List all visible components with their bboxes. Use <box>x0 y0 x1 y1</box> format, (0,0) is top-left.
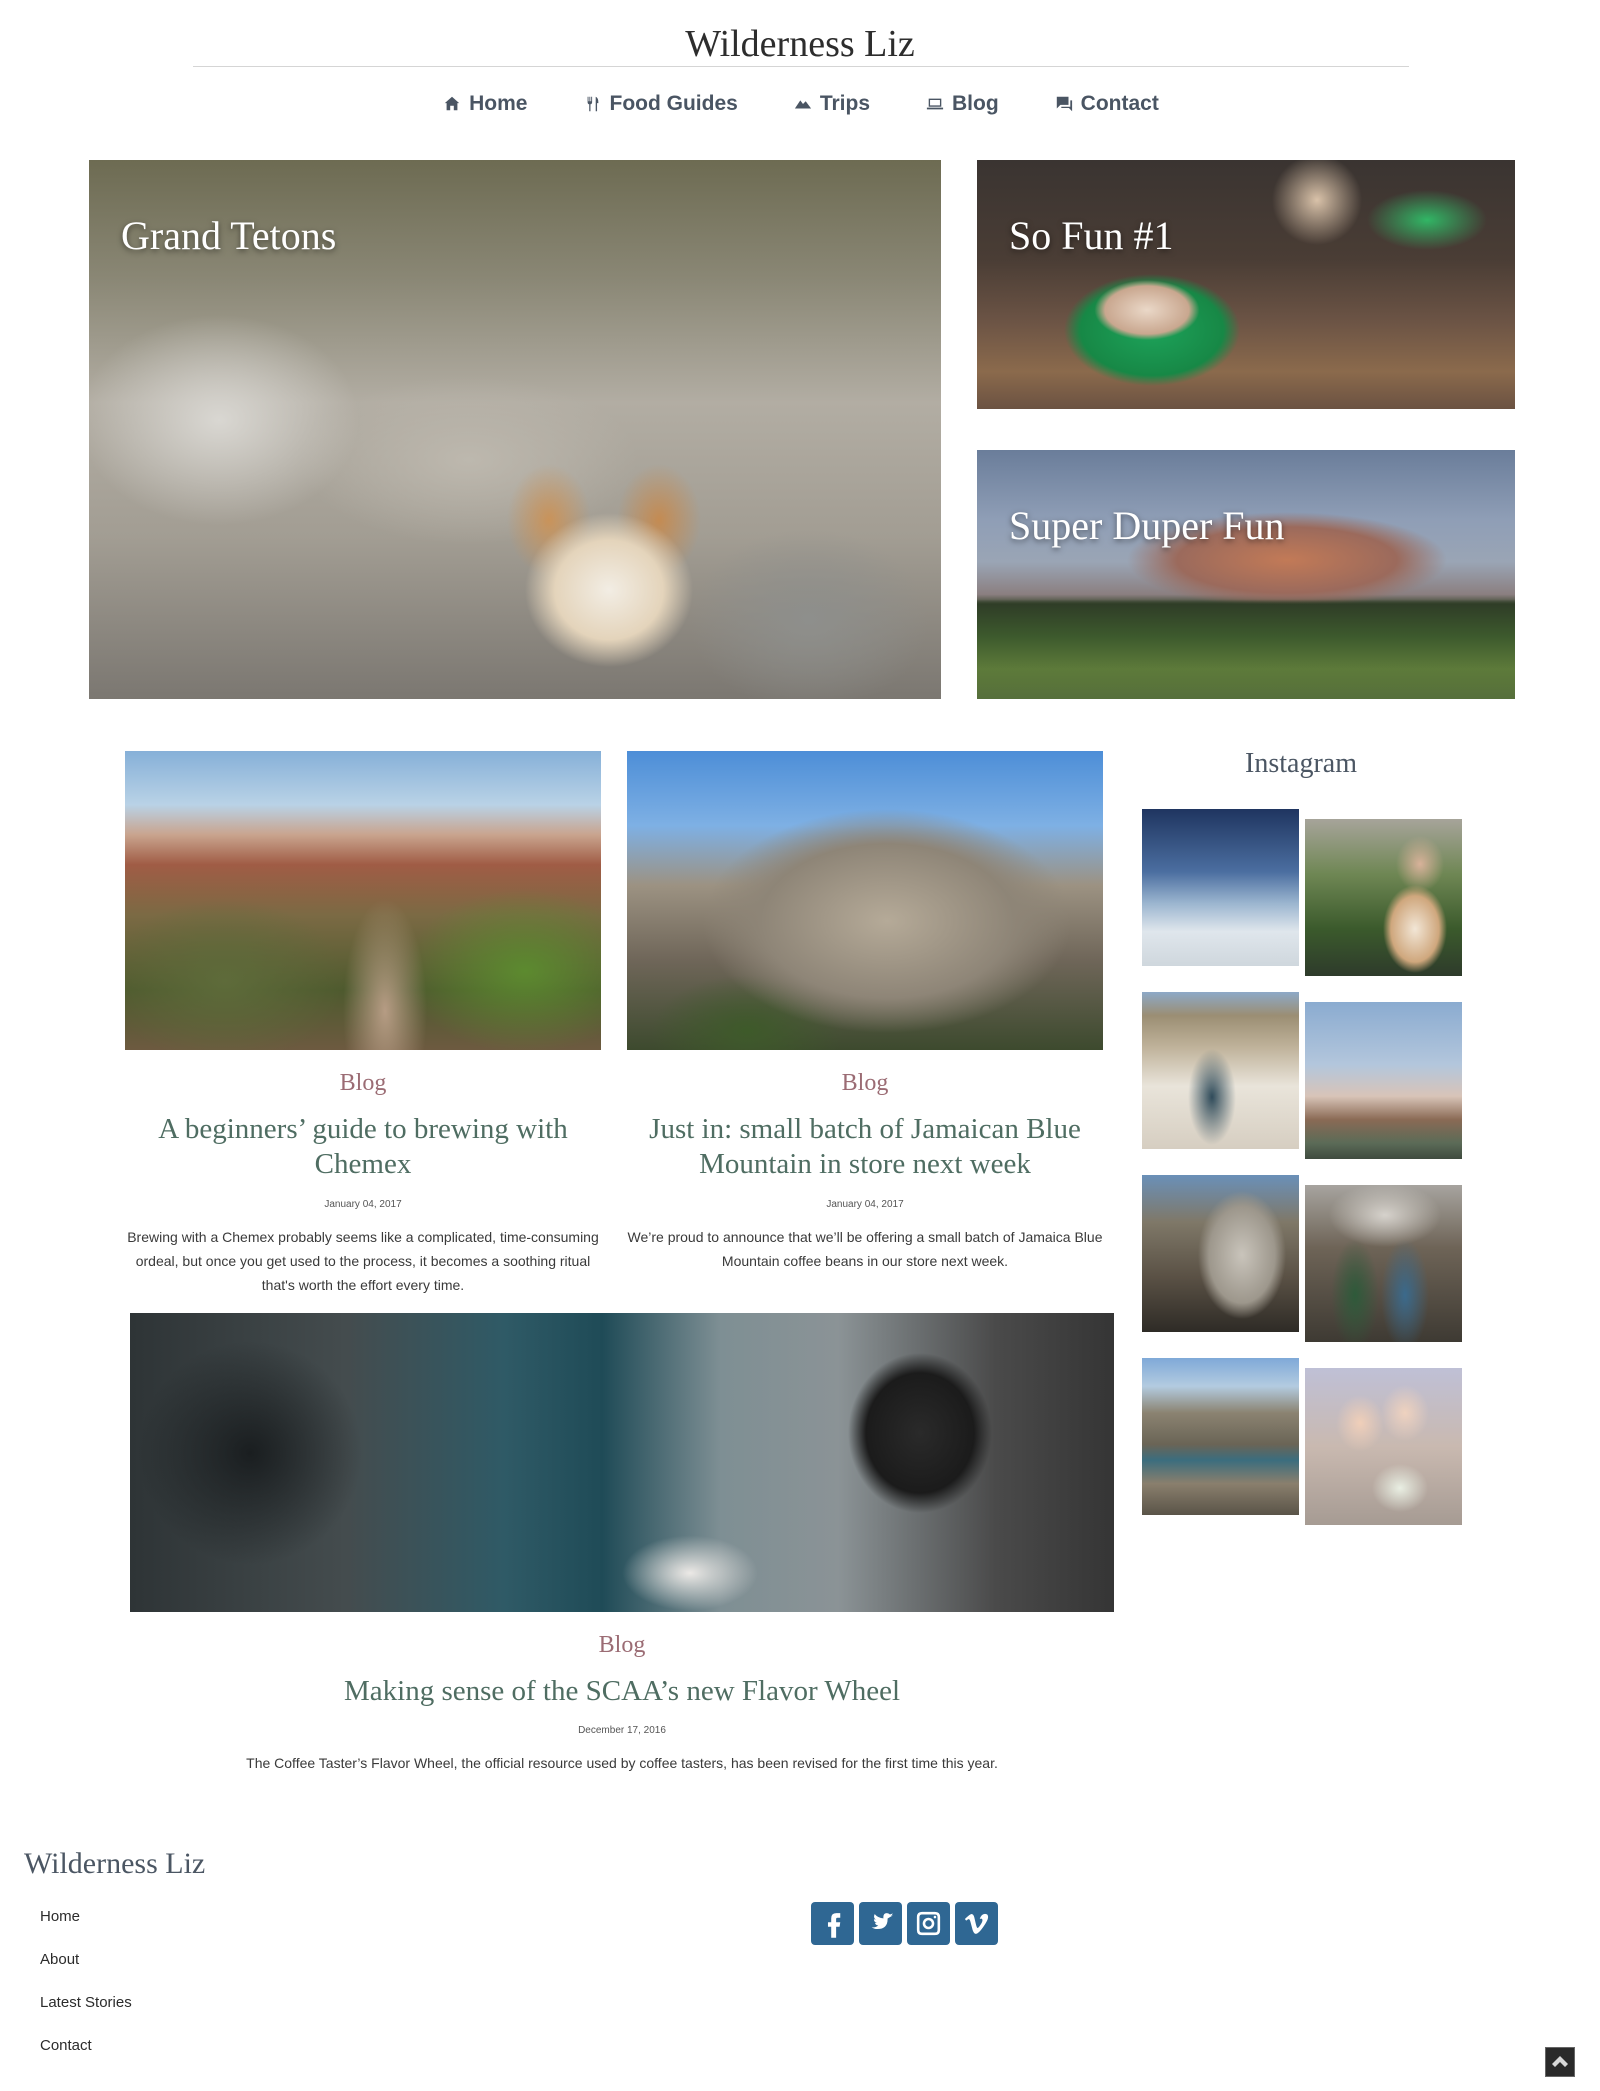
footer-link-contact[interactable]: Contact <box>40 2037 92 2054</box>
instagram-photo[interactable] <box>1142 809 1299 966</box>
nav-label: Trips <box>819 92 871 115</box>
post-date: December 17, 2016 <box>578 1725 666 1736</box>
site-title[interactable]: Wilderness Liz <box>0 22 1600 66</box>
hero-tile-title: So Fun #1 <box>1009 213 1174 258</box>
instagram-photo[interactable] <box>1305 1185 1462 1342</box>
nav-label: Food Guides <box>609 92 738 115</box>
back-to-top-button[interactable] <box>1545 2047 1575 2077</box>
vimeo-button[interactable] <box>955 1902 998 1945</box>
nav-label: Blog <box>952 92 999 115</box>
post-title[interactable]: Making sense of the SCAA’s new Flavor Wh… <box>130 1674 1114 1709</box>
hero-tile-grand-tetons[interactable]: Grand Tetons <box>89 160 941 699</box>
footer-title: Wilderness Liz <box>24 1847 206 1880</box>
main-nav: Home Food Guides Trips Blog Contact <box>0 88 1600 120</box>
header-divider <box>193 66 1409 67</box>
footer-link-home[interactable]: Home <box>40 1908 80 1925</box>
post-image-jamaican-blue[interactable] <box>627 751 1103 1050</box>
post-image-flavor-wheel[interactable] <box>130 1313 1114 1612</box>
chevron-up-icon <box>1552 2056 1568 2067</box>
nav-item-food-guides[interactable]: Food Guides <box>555 88 765 120</box>
post-excerpt: The Coffee Taster’s Flavor Wheel, the of… <box>246 1755 998 1771</box>
footer-link-latest-stories[interactable]: Latest Stories <box>40 1994 132 2011</box>
post-category[interactable]: Blog <box>125 1070 601 1097</box>
home-icon <box>441 93 463 115</box>
post-excerpt: Brewing with a Chemex probably seems lik… <box>127 1229 599 1293</box>
hero-tile-title: Grand Tetons <box>121 213 337 258</box>
twitter-button[interactable] <box>859 1902 902 1945</box>
nav-item-blog[interactable]: Blog <box>897 88 1026 120</box>
instagram-photo[interactable] <box>1305 1368 1462 1525</box>
mountain-icon <box>792 93 814 115</box>
post-excerpt: We’re proud to announce that we’ll be of… <box>627 1229 1103 1269</box>
hero-tile-title: Super Duper Fun <box>1009 503 1285 548</box>
instagram-photo[interactable] <box>1305 819 1462 976</box>
twitter-icon <box>871 1913 894 1930</box>
laptop-icon <box>924 93 946 115</box>
instagram-title: Instagram <box>1245 748 1357 779</box>
instagram-photo[interactable] <box>1305 1002 1462 1159</box>
nav-item-trips[interactable]: Trips <box>765 88 897 120</box>
instagram-photo[interactable] <box>1142 992 1299 1149</box>
post-image-chemex[interactable] <box>125 751 601 1050</box>
instagram-photo[interactable] <box>1142 1358 1299 1515</box>
instagram-icon <box>916 1911 941 1936</box>
facebook-button[interactable] <box>811 1902 854 1945</box>
instagram-button[interactable] <box>907 1902 950 1945</box>
post-date: January 04, 2017 <box>826 1199 904 1210</box>
nav-label: Home <box>469 92 528 115</box>
chat-icon <box>1053 93 1075 115</box>
nav-item-contact[interactable]: Contact <box>1026 88 1186 120</box>
post-category[interactable]: Blog <box>627 1070 1103 1097</box>
post-title[interactable]: A beginners’ guide to brewing with Cheme… <box>125 1112 601 1182</box>
utensils-icon <box>582 93 604 115</box>
instagram-photo[interactable] <box>1142 1175 1299 1332</box>
facebook-icon <box>827 1913 841 1938</box>
vimeo-icon <box>964 1913 989 1934</box>
footer-link-about[interactable]: About <box>40 1951 79 1968</box>
post-date: January 04, 2017 <box>324 1199 402 1210</box>
post-title[interactable]: Just in: small batch of Jamaican Blue Mo… <box>627 1112 1103 1182</box>
hero-tile-so-fun[interactable]: So Fun #1 <box>977 160 1515 409</box>
post-category[interactable]: Blog <box>130 1632 1114 1659</box>
nav-item-home[interactable]: Home <box>414 88 554 120</box>
hero-tile-super-duper-fun[interactable]: Super Duper Fun <box>977 450 1515 699</box>
nav-label: Contact <box>1080 92 1159 115</box>
